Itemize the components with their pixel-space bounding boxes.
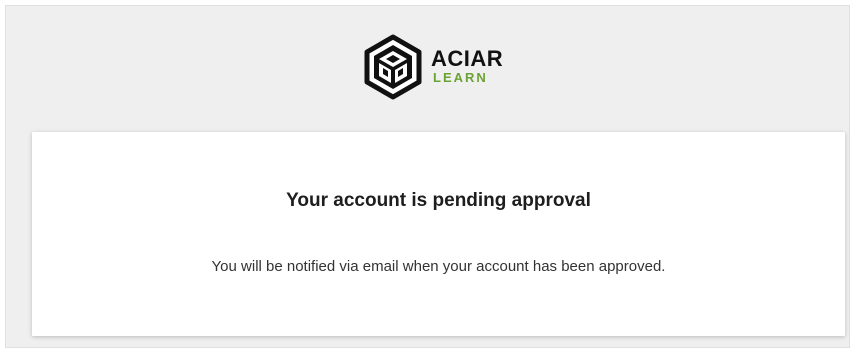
page-background: ACIAR LEARN Your account is pending appr…	[5, 5, 850, 348]
pending-approval-title: Your account is pending approval	[286, 190, 591, 211]
pending-approval-card: Your account is pending approval You wil…	[32, 132, 845, 336]
brand-name: ACIAR	[431, 46, 504, 71]
brand-text: ACIAR LEARN	[431, 48, 503, 86]
brand-logo: ACIAR LEARN	[363, 34, 503, 100]
aciar-hexagon-logo-icon	[364, 34, 422, 100]
header: ACIAR LEARN	[6, 6, 849, 126]
brand-subname: LEARN	[433, 70, 488, 85]
pending-approval-message: You will be notified via email when your…	[211, 258, 666, 275]
